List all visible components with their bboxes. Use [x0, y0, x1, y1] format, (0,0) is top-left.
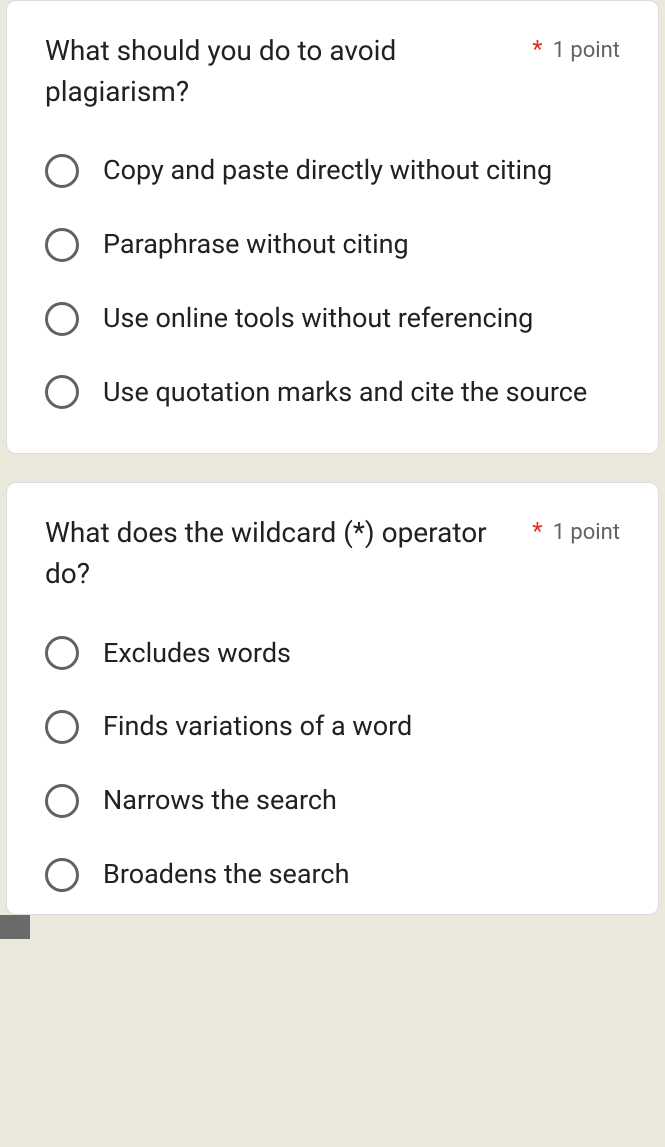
radio-icon [45, 710, 79, 744]
option-label: Narrows the search [103, 782, 337, 820]
question-header: What should you do to avoid plagiarism? … [45, 31, 620, 112]
option-label: Use quotation marks and cite the source [103, 374, 587, 412]
option-label: Paraphrase without citing [103, 226, 409, 264]
radio-icon [45, 228, 79, 262]
question-header: What does the wildcard (*) operator do? … [45, 513, 620, 594]
radio-icon [45, 154, 79, 188]
required-mark: * [532, 517, 542, 545]
radio-option[interactable]: Excludes words [45, 635, 620, 673]
option-label: Use online tools without referencing [103, 300, 533, 338]
points-wrap: * 1 point [532, 513, 620, 545]
radio-icon [45, 858, 79, 892]
option-label: Finds variations of a word [103, 708, 412, 746]
question-text: What should you do to avoid plagiarism? [45, 31, 520, 112]
option-label: Excludes words [103, 635, 291, 673]
radio-option[interactable]: Narrows the search [45, 782, 620, 820]
radio-option[interactable]: Copy and paste directly without citing [45, 152, 620, 190]
radio-option[interactable]: Finds variations of a word [45, 708, 620, 746]
option-label: Copy and paste directly without citing [103, 152, 552, 190]
radio-option[interactable]: Use quotation marks and cite the source [45, 374, 620, 412]
radio-option[interactable]: Paraphrase without citing [45, 226, 620, 264]
required-mark: * [532, 35, 542, 63]
options-list: Copy and paste directly without citing P… [45, 152, 620, 411]
question-card: What should you do to avoid plagiarism? … [6, 0, 659, 454]
question-text: What does the wildcard (*) operator do? [45, 513, 520, 594]
radio-icon [45, 636, 79, 670]
option-label: Broadens the search [103, 856, 349, 894]
options-list: Excludes words Finds variations of a wor… [45, 635, 620, 894]
points-label: 1 point [553, 38, 620, 63]
radio-icon [45, 784, 79, 818]
footer-tab [0, 915, 30, 939]
points-label: 1 point [553, 520, 620, 545]
points-wrap: * 1 point [532, 31, 620, 63]
radio-icon [45, 375, 79, 409]
radio-icon [45, 302, 79, 336]
question-card: What does the wildcard (*) operator do? … [6, 482, 659, 914]
radio-option[interactable]: Use online tools without referencing [45, 300, 620, 338]
radio-option[interactable]: Broadens the search [45, 856, 620, 894]
